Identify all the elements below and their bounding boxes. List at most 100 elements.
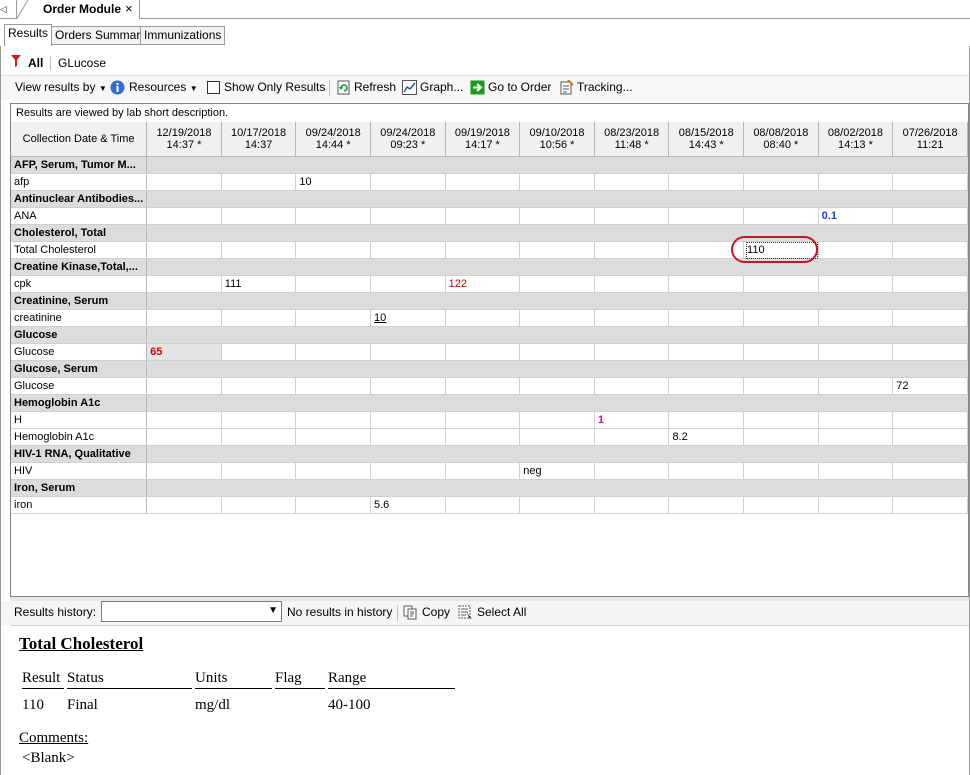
filter-search-text[interactable]: GLucose [58,56,106,70]
result-cell[interactable] [668,275,745,293]
result-cell[interactable]: 0.1 [818,207,894,225]
result-cell[interactable] [519,275,595,293]
filter-all-label[interactable]: All [28,56,43,70]
result-cell[interactable] [818,309,894,327]
result-cell[interactable] [818,428,894,446]
result-cell[interactable] [519,411,595,429]
result-cell[interactable] [370,207,446,225]
result-cell[interactable] [445,411,521,429]
result-cell[interactable] [146,241,222,259]
column-header-date[interactable]: 07/26/2018 11:21 [892,122,968,157]
result-cell[interactable] [594,207,670,225]
result-cell[interactable] [668,377,745,395]
result-cell[interactable] [146,462,222,480]
select-all-button[interactable]: Select All [477,605,526,619]
result-cell[interactable] [892,207,968,225]
resources-dropdown[interactable]: Resources ▼ [129,80,198,94]
result-cell[interactable] [892,309,968,327]
column-header-date[interactable]: 10/17/2018 14:37 [221,122,297,157]
result-cell[interactable] [892,428,968,446]
results-history-select[interactable]: ▼ [101,601,282,622]
table-row[interactable]: creatinine 10 [11,309,968,327]
result-cell[interactable] [519,496,595,514]
result-cell[interactable] [221,377,297,395]
result-cell[interactable] [221,207,297,225]
result-cell[interactable] [594,275,670,293]
result-cell[interactable]: 122 [445,275,521,293]
result-cell[interactable] [370,241,446,259]
table-row[interactable]: ANA 0.1 [11,207,968,225]
result-cell[interactable] [892,241,968,259]
column-header-date[interactable]: 08/23/2018 11:48 * [594,122,670,157]
result-cell[interactable] [818,275,894,293]
result-cell[interactable] [370,428,446,446]
tab-scroll-left-icon[interactable]: ◁ [0,3,8,15]
result-cell[interactable]: 10 [295,173,371,191]
show-only-results-checkbox[interactable] [207,81,220,94]
column-header-date[interactable]: 09/24/2018 09:23 * [370,122,446,157]
result-cell[interactable] [295,462,371,480]
result-cell[interactable] [892,275,968,293]
graph-button[interactable]: Graph... [420,80,463,94]
result-cell[interactable] [594,462,670,480]
result-cell[interactable] [743,462,819,480]
result-cell[interactable] [594,173,670,191]
column-header-date[interactable]: 09/10/2018 10:56 * [519,122,595,157]
column-header-date[interactable]: 08/02/2018 14:13 * [818,122,894,157]
close-tab-icon[interactable]: × [125,1,133,16]
result-cell[interactable]: 111 [221,275,297,293]
result-cell[interactable] [519,377,595,395]
result-cell[interactable] [221,241,297,259]
result-cell[interactable] [743,428,819,446]
result-cell[interactable] [668,462,745,480]
result-cell[interactable] [892,496,968,514]
result-cell[interactable] [445,309,521,327]
result-cell[interactable] [146,173,222,191]
result-cell[interactable] [594,496,670,514]
result-cell[interactable] [370,411,446,429]
table-row[interactable]: HIV neg [11,462,968,480]
result-cell[interactable] [146,377,222,395]
copy-button[interactable]: Copy [422,605,450,619]
result-cell[interactable] [370,173,446,191]
result-cell[interactable] [295,241,371,259]
result-cell[interactable] [295,411,371,429]
result-cell[interactable] [370,275,446,293]
result-cell[interactable] [892,462,968,480]
view-results-by-dropdown[interactable]: View results by ▼ [15,80,107,94]
result-cell[interactable]: 72 [892,377,968,395]
result-cell[interactable] [445,343,521,361]
result-cell[interactable] [221,173,297,191]
result-cell[interactable] [519,428,595,446]
tab-orders-summary[interactable]: Orders Summary [51,26,151,45]
result-cell[interactable] [892,343,968,361]
result-cell[interactable] [668,343,745,361]
result-cell[interactable] [445,241,521,259]
result-cell[interactable] [818,173,894,191]
table-row[interactable]: iron 5.6 [11,496,968,514]
table-row[interactable]: cpk 111 122 [11,275,968,293]
result-cell[interactable] [445,462,521,480]
result-cell[interactable] [594,241,670,259]
result-cell[interactable] [295,377,371,395]
result-cell[interactable] [743,343,819,361]
go-to-order-button[interactable]: Go to Order [488,80,551,94]
result-cell[interactable] [221,428,297,446]
result-cell[interactable] [668,207,745,225]
result-cell[interactable] [445,173,521,191]
result-cell[interactable] [445,428,521,446]
result-cell[interactable] [594,343,670,361]
result-cell[interactable] [221,309,297,327]
result-cell[interactable] [370,377,446,395]
result-cell[interactable] [146,428,222,446]
result-cell[interactable] [519,241,595,259]
result-cell[interactable] [594,309,670,327]
result-cell[interactable] [370,343,446,361]
result-cell[interactable]: 10 [370,309,446,327]
result-cell[interactable] [668,411,745,429]
table-row[interactable]: Total Cholesterol 110 [11,241,968,259]
table-row[interactable]: H1 [11,411,968,429]
result-cell[interactable]: 65 [146,343,222,361]
result-cell[interactable] [743,173,819,191]
result-cell[interactable] [743,411,819,429]
